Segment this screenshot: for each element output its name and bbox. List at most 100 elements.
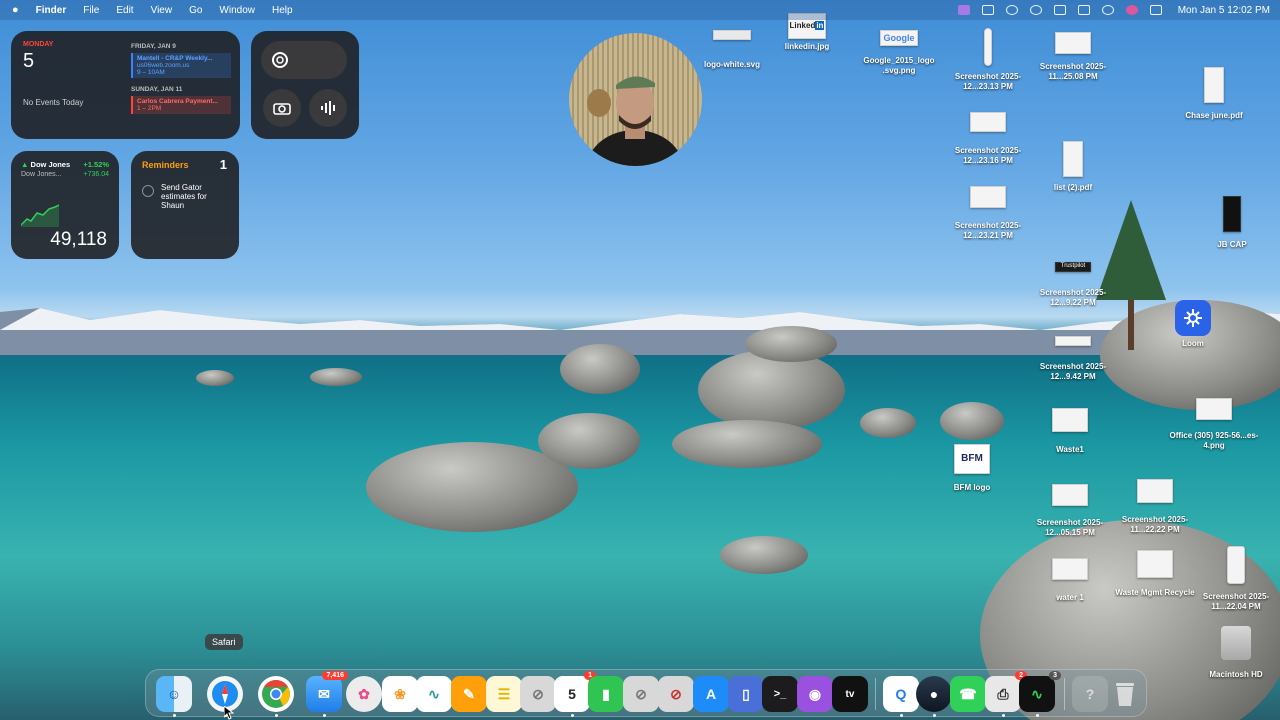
- menu-help[interactable]: Help: [272, 5, 293, 16]
- reminders-widget[interactable]: Reminders 1 Send Gator estimates for Sha…: [131, 151, 239, 259]
- dock-notes[interactable]: ☰: [486, 676, 522, 712]
- screen-recorder-icon[interactable]: [957, 5, 970, 15]
- wifi-icon[interactable]: [1029, 5, 1042, 15]
- dock-separator: [875, 678, 876, 710]
- file-label: Google_2015_logo .svg.png: [863, 56, 935, 75]
- desktop-file-screenshot[interactable]: Screenshot 2025-12...9.42 PM: [1028, 336, 1118, 382]
- desktop-file-screenshot[interactable]: Trustpilot Screenshot 2025-12...9.22 PM: [1028, 262, 1118, 308]
- chatgpt-launch-button[interactable]: [261, 41, 347, 79]
- dock-printer[interactable]: ⎙ 2: [985, 671, 1027, 717]
- desktop-file-screenshot[interactable]: Screenshot 2025-12...23.16 PM: [943, 112, 1033, 166]
- activity-badge: 3: [1049, 671, 1061, 680]
- desktop-file-chase-pdf[interactable]: Chase june.pdf: [1169, 67, 1259, 121]
- menu-edit[interactable]: Edit: [116, 5, 133, 16]
- desktop-file-waste-mgmt[interactable]: Waste Mgmt Recycle: [1110, 550, 1200, 598]
- menu-window[interactable]: Window: [219, 5, 255, 16]
- dock-help[interactable]: ?: [1072, 676, 1108, 712]
- desktop-drive-macintosh-hd[interactable]: Macintosh HD: [1191, 626, 1280, 680]
- menu-bar: ● Finder File Edit View Go Window Help M…: [0, 0, 1280, 20]
- dock-pages[interactable]: ✎: [451, 676, 487, 712]
- desktop-file-google-logo[interactable]: Google Google_2015_logo .svg.png: [854, 30, 944, 76]
- menubar-clock[interactable]: Mon Jan 5 12:02 PM: [1178, 5, 1270, 16]
- dock-photos[interactable]: ❀: [382, 676, 418, 712]
- desktop-file-office[interactable]: Office (305) 925-56...es-4.png: [1169, 398, 1259, 451]
- dock-disabled-app[interactable]: ⊘: [623, 676, 659, 712]
- file-thumbnail: [1137, 479, 1173, 503]
- dock-disabled-app[interactable]: ⊘: [520, 676, 556, 712]
- desktop-file-screenshot[interactable]: Screenshot 2025-12...23.13 PM: [943, 28, 1033, 92]
- desktop-file-screenshot[interactable]: Screenshot 2025-12...23.21 PM: [943, 186, 1033, 241]
- voice-button[interactable]: [309, 89, 347, 127]
- prohibited-icon: ⊘: [635, 685, 647, 702]
- menu-file[interactable]: File: [83, 5, 99, 16]
- bfm-logo-thumbnail: BFM: [954, 444, 990, 474]
- mascot-icon: ●: [929, 686, 939, 702]
- dock-disabled-app[interactable]: ⊘: [658, 676, 694, 712]
- dock-app-store[interactable]: A: [693, 676, 729, 712]
- time-machine-icon[interactable]: [1005, 5, 1018, 15]
- webcam-bubble[interactable]: [569, 33, 702, 166]
- boulder: [745, 326, 837, 362]
- desktop-file-screenshot[interactable]: Screenshot 2025-11...22.22 PM: [1110, 479, 1200, 535]
- dock-iphone-mirroring[interactable]: ▯: [728, 676, 764, 712]
- event-detail: us06web.zoom.us: [137, 62, 190, 69]
- dock-phone[interactable]: ☎: [950, 676, 986, 712]
- stock-percent: +1.52%: [83, 160, 109, 169]
- running-indicator: [899, 714, 903, 717]
- desktop-file-waste1[interactable]: Waste1: [1025, 408, 1115, 455]
- dock-utility-app[interactable]: ●: [916, 676, 952, 717]
- podcasts-icon: ◉: [808, 685, 822, 702]
- apple-menu-icon[interactable]: ●: [12, 4, 19, 16]
- file-label: Waste Mgmt Recycle: [1115, 588, 1195, 597]
- file-label: Screenshot 2025-12...23.21 PM: [954, 221, 1022, 240]
- dock-podcasts[interactable]: ◉: [797, 676, 833, 712]
- desktop-app-loom[interactable]: Loom: [1148, 300, 1238, 349]
- camera-button[interactable]: [263, 89, 301, 127]
- dock-apple-tv[interactable]: tv: [832, 676, 868, 712]
- menu-go[interactable]: Go: [189, 5, 202, 16]
- keyboard-icon[interactable]: [1053, 5, 1066, 15]
- file-thumbnail: [1055, 336, 1091, 346]
- reminder-checkbox[interactable]: [142, 185, 154, 197]
- calendar-widget[interactable]: MONDAY 5 No Events Today FRIDAY, JAN 9 M…: [11, 31, 240, 139]
- calendar-event[interactable]: Carlos Cabrera Payment... 1 – 2PM: [131, 96, 231, 114]
- reminder-item[interactable]: Send Gator estimates for Shaun: [142, 183, 228, 210]
- dock-mail[interactable]: ✉ 7,416: [306, 671, 348, 717]
- dock-freeform[interactable]: ∿: [416, 676, 452, 712]
- desktop-file-bfm-logo[interactable]: BFM BFM logo: [927, 444, 1017, 493]
- menu-app-finder[interactable]: Finder: [36, 5, 67, 16]
- stocks-widget[interactable]: ▲ Dow Jones +1.52% Dow Jones... +736.04 …: [11, 151, 119, 259]
- dock-quicktime[interactable]: Q: [883, 676, 919, 717]
- dock-calendar[interactable]: 51: [554, 671, 596, 717]
- loom-status-icon[interactable]: [981, 5, 994, 15]
- menu-view[interactable]: View: [151, 5, 173, 16]
- desktop-file-screenshot[interactable]: Screenshot 2025-12...05.15 PM: [1025, 484, 1115, 538]
- dock-chrome[interactable]: [258, 676, 294, 717]
- file-thumbnail: [1052, 558, 1088, 580]
- calendar-event[interactable]: Mantell - CR&P Weekly... us06web.zoom.us…: [131, 53, 231, 78]
- desktop-file-list-pdf[interactable]: list (2).pdf: [1028, 141, 1118, 193]
- dock-activity-monitor[interactable]: ∿ 3: [1019, 671, 1061, 717]
- dock: ☺ ✉ 7,416 ✿ ❀ ∿ ✎ ☰ ⊘ 51 ▮ ⊘ ⊘ A ▯ >_ ◉ t…: [145, 669, 1147, 717]
- running-indicator: [932, 714, 936, 717]
- dock-browser-app[interactable]: ✿: [346, 676, 382, 712]
- file-label: water 1: [1056, 593, 1084, 602]
- search-icon[interactable]: [1101, 5, 1114, 15]
- desktop-file-screenshot[interactable]: Screenshot 2025-11...22.04 PM: [1191, 546, 1280, 612]
- dock-finder[interactable]: ☺: [156, 676, 192, 717]
- quicktime-icon: Q: [895, 686, 907, 702]
- dock-numbers[interactable]: ▮: [588, 676, 624, 712]
- mail-badge: 7,416: [322, 671, 348, 680]
- siri-icon[interactable]: [1125, 5, 1138, 15]
- desktop-file-screenshot[interactable]: Screenshot 2025-11...25.08 PM: [1028, 32, 1118, 82]
- boulder: [720, 536, 808, 574]
- event-title: Carlos Cabrera Payment...: [137, 98, 218, 105]
- file-label: Screenshot 2025-11...25.08 PM: [1039, 62, 1107, 81]
- control-center-icon[interactable]: [1149, 5, 1162, 15]
- dock-trash[interactable]: [1107, 676, 1143, 712]
- desktop-file-water1[interactable]: water 1: [1025, 558, 1115, 603]
- battery-icon[interactable]: [1077, 5, 1090, 15]
- chatgpt-logo-icon: [272, 52, 288, 68]
- dock-terminal[interactable]: >_: [762, 676, 798, 712]
- desktop-file-jb-cap[interactable]: JB CAP: [1187, 196, 1277, 250]
